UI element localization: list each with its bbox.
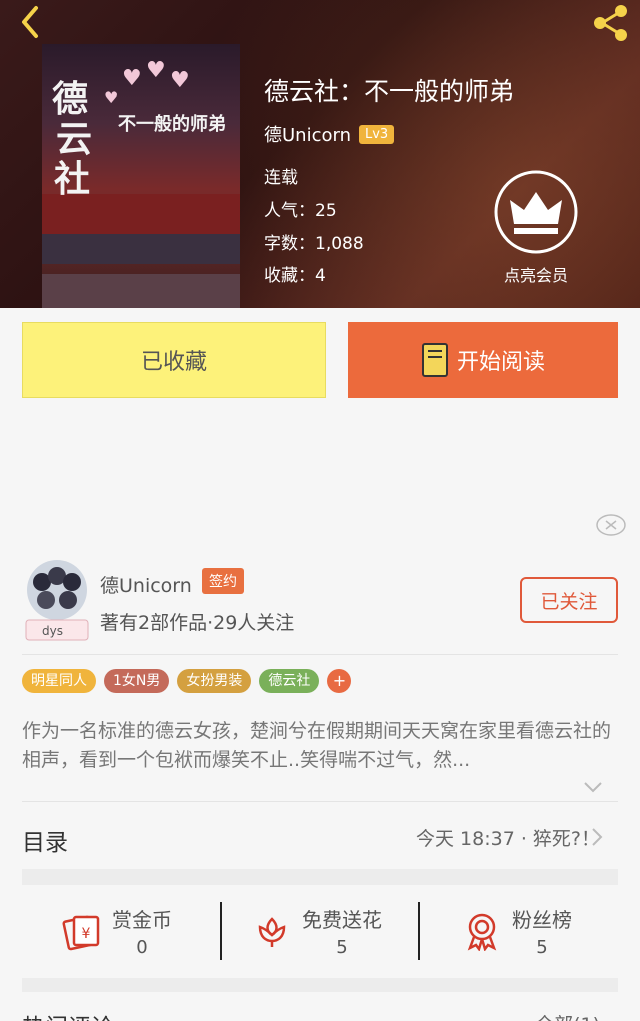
book-header: ♥ ♥ ♥ ♥ 德 云 社 不一般的师弟 德云社：不一般的师弟 德Unicorn…: [0, 0, 640, 308]
stat-value: 5: [336, 937, 348, 958]
free-flower-item[interactable]: 免费送花 5: [252, 900, 382, 962]
favorites-count: 收藏：4: [264, 266, 326, 286]
tag[interactable]: 1女N男: [104, 669, 170, 693]
stat-value: 5: [536, 937, 548, 958]
stat-label: 赏金币: [112, 908, 172, 932]
divider: [418, 902, 420, 960]
signed-badge: 签约: [202, 568, 244, 594]
popularity: 人气：25: [264, 201, 337, 221]
avatar-caption: dys: [42, 624, 63, 638]
crown-icon[interactable]: [494, 170, 578, 254]
tag-list: 明星同人 1女N男 女扮男装 德云社 +: [22, 669, 352, 693]
section-separator: [22, 869, 618, 885]
reward-coins-item[interactable]: ¥ 赏金币 0: [62, 900, 172, 962]
serial-status: 连载: [264, 168, 298, 188]
stat-label: 粉丝榜: [512, 908, 572, 932]
fan-ranking-item[interactable]: 粉丝榜 5: [462, 900, 572, 962]
collected-button[interactable]: 已收藏: [22, 322, 326, 398]
divider: [22, 654, 618, 655]
book-icon: [421, 343, 448, 377]
close-icon[interactable]: [596, 514, 626, 536]
start-reading-button[interactable]: 开始阅读: [348, 322, 618, 398]
vip-label[interactable]: 点亮会员: [490, 262, 582, 286]
book-intro[interactable]: 作为一名标准的德云女孩，楚涧兮在假期期间天天窝在家里看德云社的相声，看到一个包袱…: [22, 717, 612, 775]
chevron-right-icon[interactable]: [590, 826, 604, 848]
share-icon[interactable]: [590, 2, 632, 44]
author-card-name[interactable]: 德Unicorn: [100, 571, 192, 598]
stat-label: 免费送花: [302, 908, 382, 932]
stat-value: 0: [136, 937, 148, 958]
book-title: 德云社：不一般的师弟: [264, 77, 515, 106]
hot-comments-title[interactable]: 热门评论: [22, 1008, 114, 1021]
tag[interactable]: 女扮男装: [177, 669, 252, 693]
avatar[interactable]: dys: [22, 556, 92, 644]
follow-button[interactable]: 已关注: [520, 577, 618, 623]
word-count: 字数：1,088: [264, 234, 364, 254]
all-comments-link[interactable]: 全部(1): [535, 1010, 600, 1021]
cover-title-char: 社: [54, 158, 91, 200]
divider: [22, 801, 618, 802]
follow-label: 已关注: [540, 590, 598, 613]
tag[interactable]: 明星同人: [22, 669, 96, 693]
toc-title[interactable]: 目录: [22, 823, 68, 857]
latest-chapter[interactable]: 今天 18:37 · 猝死?！: [416, 824, 600, 851]
add-tag-button[interactable]: +: [327, 669, 352, 693]
author-stats: 著有2部作品·29人关注: [100, 612, 295, 634]
medal-icon: [467, 913, 497, 951]
book-cover[interactable]: ♥ ♥ ♥ ♥ 德 云 社 不一般的师弟: [42, 44, 240, 308]
author-line[interactable]: 德Unicorn Lv3: [264, 121, 395, 147]
divider: [220, 902, 222, 960]
author-name[interactable]: 德Unicorn: [264, 121, 351, 147]
back-arrow-icon[interactable]: [12, 2, 52, 42]
svg-text:¥: ¥: [82, 926, 91, 942]
flower-icon: [258, 917, 286, 947]
tag[interactable]: 德云社: [259, 669, 320, 693]
cover-subtitle: 不一般的师弟: [118, 114, 226, 135]
red-envelope-icon: ¥: [62, 915, 100, 951]
collected-label: 已收藏: [140, 350, 207, 375]
chevron-down-icon[interactable]: [582, 780, 604, 794]
level-badge: Lv3: [359, 124, 395, 144]
section-separator: [22, 978, 618, 992]
start-reading-label: 开始阅读: [456, 350, 545, 375]
